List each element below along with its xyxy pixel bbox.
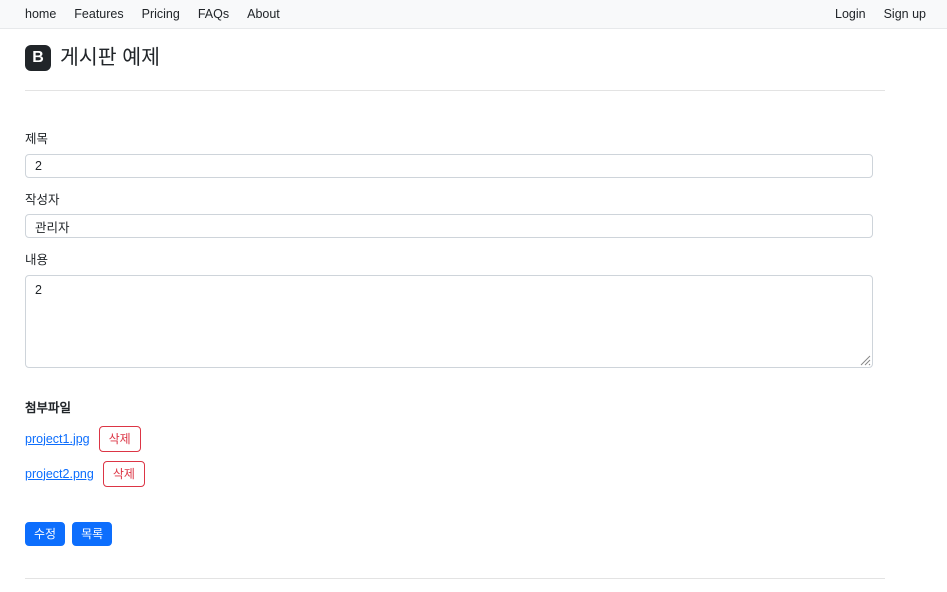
nav-link-signup[interactable]: Sign up [875, 0, 926, 28]
attachment-link-1[interactable]: project1.jpg [25, 432, 90, 446]
author-field-label: 작성자 [25, 192, 60, 207]
list-button[interactable]: 목록 [72, 521, 113, 546]
title-field-label: 제목 [25, 132, 49, 146]
attachments-label: 첨부파일 [25, 400, 72, 415]
attachment-link-2[interactable]: project2.png [25, 467, 94, 481]
content-field-label: 내용 [25, 253, 49, 267]
title-field-group: 제목 [25, 131, 885, 178]
nav-link-faqs[interactable]: FAQs [189, 0, 238, 28]
nav-link-pricing[interactable]: Pricing [133, 0, 189, 28]
attachment-row: project2.png 삭제 [25, 460, 885, 488]
page-container: B 게시판 예제 제목 작성자 내용 2 첨부파일 pro [25, 29, 885, 592]
title-input[interactable] [25, 153, 873, 178]
footer-copyright: © 2022 Company, Inc. All rights reserved… [25, 579, 885, 592]
delete-attachment-button-1[interactable]: 삭제 [98, 425, 141, 452]
nav-link-features[interactable]: Features [65, 0, 132, 28]
nav-link-login[interactable]: Login [835, 0, 875, 28]
nav-link-about[interactable]: About [238, 0, 289, 28]
page-header: B 게시판 예제 [25, 29, 885, 71]
board-form: 제목 작성자 내용 2 첨부파일 project1.jpg 삭제 [25, 91, 885, 546]
logo-letter: B [32, 49, 44, 66]
author-input[interactable] [25, 214, 873, 238]
attachment-row: project1.jpg 삭제 [25, 425, 885, 453]
attachments-section: 첨부파일 project1.jpg 삭제 project2.png 삭제 [25, 397, 885, 488]
content-field-group: 내용 2 [25, 252, 885, 373]
top-navbar: home Features Pricing FAQs About Login S… [0, 0, 947, 29]
content-textarea[interactable]: 2 [25, 274, 873, 368]
page-title: 게시판 예제 [60, 45, 160, 69]
navbar-left-links: home Features Pricing FAQs About [25, 0, 289, 28]
navbar-right-links: Login Sign up [835, 0, 926, 28]
author-field-group: 작성자 [25, 192, 885, 238]
edit-button[interactable]: 수정 [25, 521, 66, 546]
content-textarea-wrapper: 2 [25, 274, 873, 368]
bootstrap-logo-icon: B [25, 45, 51, 71]
action-buttons: 수정 목록 [25, 521, 885, 546]
delete-attachment-button-2[interactable]: 삭제 [102, 460, 145, 487]
nav-link-home[interactable]: home [25, 0, 65, 28]
